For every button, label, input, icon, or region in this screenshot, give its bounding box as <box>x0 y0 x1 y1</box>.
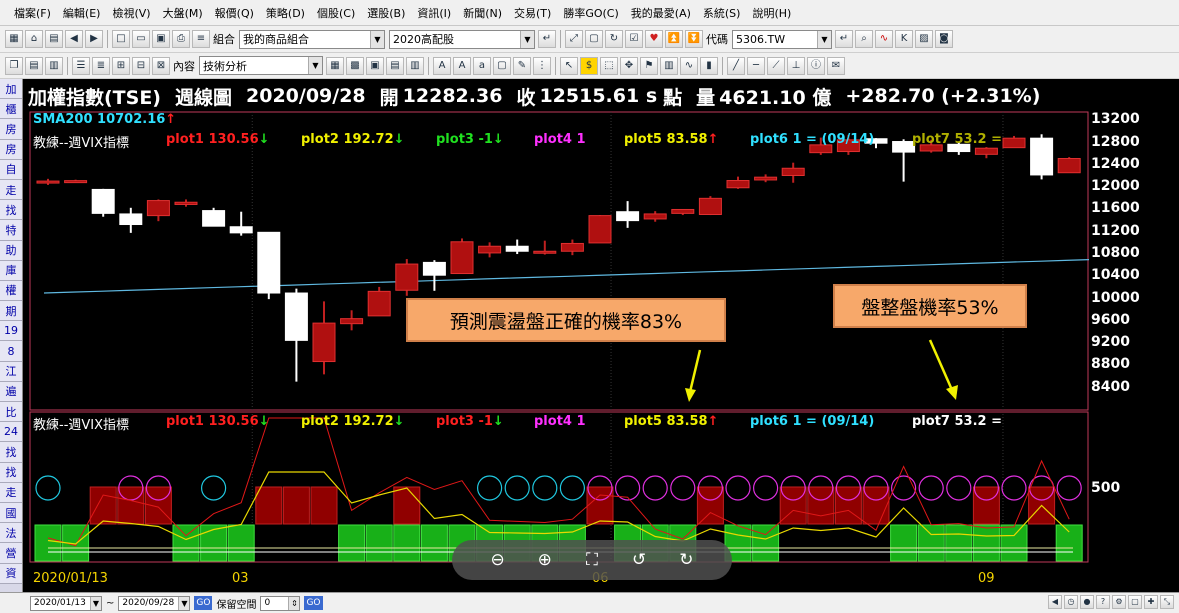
settings-icon[interactable]: ⚙ <box>1112 595 1126 609</box>
go-button-reserve[interactable]: GO <box>304 596 323 610</box>
start-date-value: 2020/01/13 <box>34 598 86 608</box>
reserve-value: 0 <box>264 598 271 608</box>
chevron-down-icon: ▼ <box>90 596 101 610</box>
zoom-in-icon[interactable]: ⊕ <box>533 548 557 572</box>
rotate-left-icon[interactable]: ↺ <box>627 548 651 572</box>
range-tilde: ~ <box>106 597 115 609</box>
date-range-bar: 2020/01/13 ▼ ~ 2020/09/28 ▼ GO 保留空間 0 ⇕ GO … <box>0 592 1179 613</box>
dot-icon[interactable]: ● <box>1080 595 1094 609</box>
pin-icon[interactable]: ✚ <box>1144 595 1158 609</box>
end-date-value: 2020/09/28 <box>122 598 175 608</box>
start-date-select[interactable]: 2020/01/13 ▼ <box>30 595 102 611</box>
left-arrow-icon[interactable]: ◀ <box>1048 595 1062 609</box>
clock-icon[interactable]: ◷ <box>1064 595 1078 609</box>
spinner-icon: ⇕ <box>288 596 300 610</box>
image-viewer-controls: ⊖ ⊕ ⛶ ↺ ↻ <box>452 540 732 580</box>
reserve-input[interactable]: 0 ⇕ <box>260 595 301 611</box>
rotate-right-icon[interactable]: ↻ <box>674 548 698 572</box>
arrowhead-plot5 <box>685 388 696 402</box>
arrow-overlay <box>685 339 958 402</box>
end-date-select[interactable]: 2020/09/28 ▼ <box>118 595 191 611</box>
status-tools: ◀ ◷ ● ? ⚙ ▢ ✚ ⤡ <box>1047 595 1175 609</box>
arrow-to-plot7 <box>928 339 954 391</box>
zoom-out-icon[interactable]: ⊖ <box>486 548 510 572</box>
chevron-down-icon: ▼ <box>178 596 190 610</box>
trading-app-window: 檔案(F) 編輯(E) 檢視(V) 大盤(M) 報價(Q) 策略(D) 個股(C) 選股(B)… <box>0 0 1179 613</box>
resize-icon[interactable]: ⤡ <box>1160 595 1174 609</box>
arrow-to-plot5 <box>688 349 702 393</box>
box-icon[interactable]: ▢ <box>1128 595 1142 609</box>
reserve-label: 保留空間 <box>216 599 257 611</box>
fit-screen-icon[interactable]: ⛶ <box>580 548 604 572</box>
help-icon[interactable]: ? <box>1096 595 1110 609</box>
go-button[interactable]: GO <box>194 596 213 610</box>
arrowhead-plot7 <box>946 385 958 400</box>
